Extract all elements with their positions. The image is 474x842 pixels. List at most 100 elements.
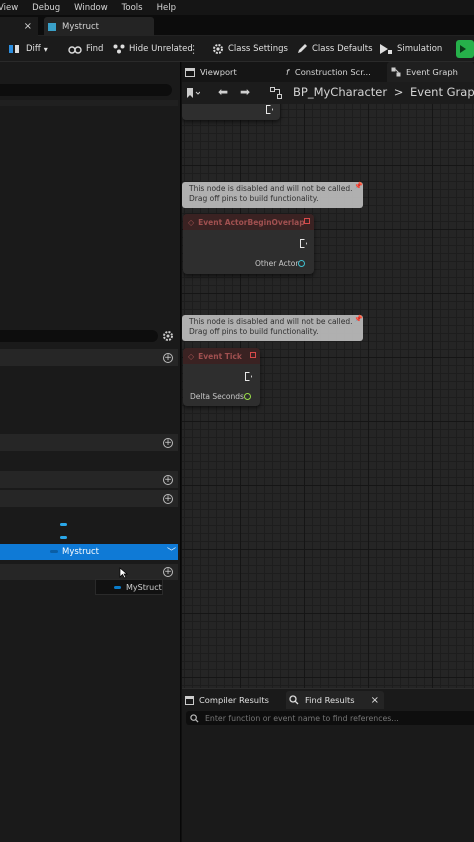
add-function-icon[interactable]: + [163, 438, 173, 448]
search-icon [190, 713, 199, 723]
node-header: ◇ Event Tick [183, 348, 260, 364]
blueprint-icon [48, 22, 56, 31]
variable-type-pill [60, 536, 67, 539]
diff-icon [9, 45, 19, 53]
tab-label: Mystruct [62, 21, 100, 32]
struct-type-icon [50, 550, 58, 553]
event-graph-icon [391, 67, 401, 77]
delegate-pin-icon[interactable] [250, 352, 256, 358]
variable-type-pill [60, 523, 67, 526]
node-title: Event ActorBeginOverlap [198, 217, 305, 227]
add-graph-icon[interactable]: + [163, 353, 173, 363]
section-header-event-dispatchers[interactable] [0, 564, 178, 580]
graph-tab-bar: Viewport f Construction Scr... Event Gra… [182, 62, 474, 82]
section-header-graphs[interactable] [0, 349, 178, 366]
exec-pin-icon[interactable] [300, 239, 307, 248]
tab-event-graph-label: Event Graph [406, 67, 458, 77]
struct-type-icon [114, 585, 121, 589]
float-pin-icon[interactable] [244, 393, 251, 400]
menu-debug[interactable]: Debug [32, 3, 60, 13]
pencil-icon [298, 44, 307, 53]
hierarchy-icon[interactable] [270, 87, 282, 102]
chevron-down-icon: ▾ [43, 44, 48, 54]
tab-construction-script[interactable]: f Construction Scr... [286, 62, 386, 82]
add-dispatcher-icon[interactable]: + [163, 567, 173, 577]
search-icon [289, 695, 299, 705]
compile-button[interactable] [456, 40, 474, 58]
node-header: ◇ Event ActorBeginOverlap [183, 214, 314, 230]
tab-event-graph[interactable]: Event Graph [387, 62, 474, 82]
tab-viewport[interactable]: Viewport [185, 62, 285, 82]
play-icon [460, 45, 466, 53]
tooltip-type-label: MyStruct [126, 582, 162, 592]
menu-tools[interactable]: Tools [122, 3, 143, 13]
menu-help[interactable]: Help [157, 3, 176, 13]
breadcrumb-graph[interactable]: Event Graph [410, 85, 474, 99]
compiler-results-icon [185, 695, 194, 705]
hide-unrelated-button[interactable]: Hide Unrelated [113, 36, 193, 62]
section-header-macros[interactable] [0, 471, 178, 488]
section-header-variables[interactable] [0, 490, 178, 507]
pin-comment-icon[interactable]: 📌 [354, 315, 363, 323]
section-header-functions[interactable] [0, 434, 178, 451]
find-button[interactable]: Find [68, 36, 103, 62]
class-settings-label: Class Settings [228, 44, 288, 54]
event-actor-begin-overlap-node[interactable]: ◇ Event ActorBeginOverlap Other Actor [183, 214, 314, 274]
class-defaults-button[interactable]: Class Defaults [296, 36, 373, 62]
main-toolbar: Diff ▾ Find Hide Unrelated ⋮ Class Setti… [0, 36, 474, 62]
menu-window[interactable]: Window [74, 3, 108, 13]
variable-name: Mystruct [62, 547, 100, 557]
back-arrow-icon[interactable]: ⬅ [218, 85, 228, 99]
forward-arrow-icon[interactable]: ➡ [240, 85, 250, 99]
class-settings-button[interactable]: Class Settings [212, 36, 288, 62]
find-references-placeholder: Enter function or event name to find ref… [205, 713, 399, 723]
delegate-pin-icon[interactable] [304, 218, 310, 224]
viewport-icon [185, 67, 195, 77]
panel-divider [0, 100, 178, 106]
diff-button[interactable]: Diff ▾ [8, 36, 48, 62]
breadcrumb-blueprint[interactable]: BP_MyCharacter [293, 85, 387, 99]
close-icon[interactable]: × [24, 21, 32, 32]
graph-breadcrumb-bar: ⬅ ➡ BP_MyCharacter > Event Graph [182, 82, 474, 104]
find-label: Find [86, 44, 104, 54]
tab-compiler-results-label: Compiler Results [199, 695, 269, 705]
event-tick-node[interactable]: ◇ Event Tick Delta Seconds [183, 348, 260, 406]
members-search-input[interactable] [0, 330, 158, 342]
class-defaults-label: Class Defaults [312, 44, 373, 54]
tab-mystruct[interactable]: Mystruct [44, 17, 154, 36]
gear-icon [213, 44, 223, 54]
add-variable-icon[interactable]: + [163, 494, 173, 504]
add-macro-icon[interactable]: + [163, 475, 173, 485]
hide-unrelated-icon [113, 44, 125, 54]
pin-comment-icon[interactable]: 📌 [354, 182, 363, 190]
exec-pin-icon[interactable] [245, 372, 252, 381]
function-icon: f [286, 67, 289, 77]
breadcrumb: BP_MyCharacter > Event Graph [293, 85, 474, 99]
event-graph-canvas[interactable]: This node is disabled and will not be ca… [182, 104, 474, 688]
node-title: Event Tick [198, 351, 242, 361]
tab-compiler-results[interactable]: Compiler Results [185, 691, 285, 709]
tab-viewport-label: Viewport [200, 67, 237, 77]
exec-pin-icon[interactable] [266, 105, 273, 114]
menu-bar: View Debug Window Tools Help [0, 0, 474, 15]
tab-previous[interactable]: × [0, 17, 38, 36]
object-pin-icon[interactable] [298, 260, 305, 267]
graph-node-partial[interactable] [182, 104, 280, 120]
event-icon: ◇ [188, 217, 195, 227]
tab-find-results[interactable]: Find Results × [286, 691, 384, 709]
tab-find-results-label: Find Results [305, 695, 355, 705]
search-input[interactable] [0, 84, 172, 96]
tab-construction-label: Construction Scr... [294, 67, 371, 77]
diff-label: Diff [26, 44, 41, 54]
simulation-button[interactable]: Simulation [379, 36, 442, 62]
menu-view[interactable]: View [0, 3, 18, 13]
gear-icon[interactable] [162, 330, 174, 345]
find-references-input[interactable]: Enter function or event name to find ref… [186, 711, 474, 725]
simulation-label: Simulation [397, 44, 443, 54]
bookmark-icon[interactable] [186, 87, 201, 102]
toolbar-more-icon[interactable]: ⋮ [188, 36, 199, 62]
disabled-node-comment: This node is disabled and will not be ca… [182, 182, 363, 208]
type-dropdown-icon[interactable]: ﹀ [167, 545, 176, 558]
variable-row-selected[interactable]: Mystruct ﹀ [0, 544, 178, 560]
close-icon[interactable]: × [371, 695, 379, 706]
